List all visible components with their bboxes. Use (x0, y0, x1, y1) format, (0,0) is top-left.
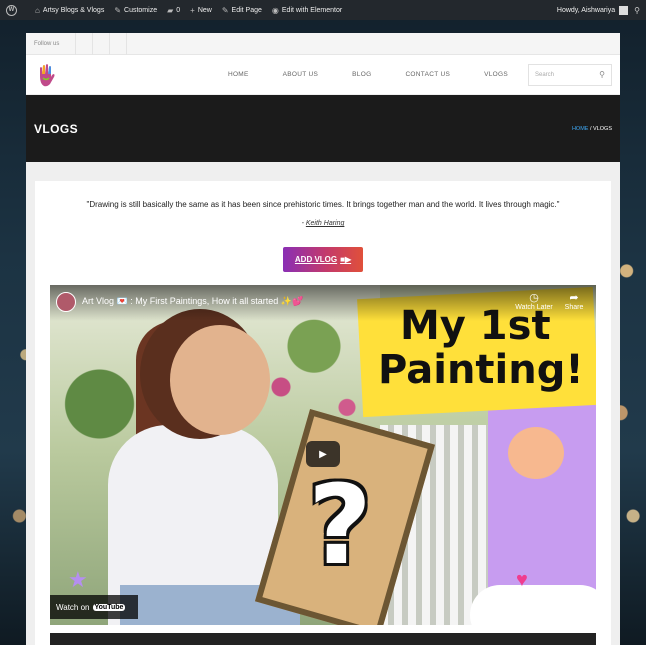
watch-on-youtube-button[interactable]: Watch on YouTube (50, 595, 138, 619)
author-link[interactable]: Keith Haring (306, 220, 345, 227)
search-input[interactable]: Search ⚲ (528, 63, 612, 86)
share-icon: ➦ (569, 292, 579, 304)
person-head (170, 325, 270, 435)
channel-avatar[interactable] (56, 292, 76, 312)
hand-logo-icon (40, 63, 55, 86)
divider (109, 32, 111, 55)
site-name-link[interactable]: ⌂ Artsy Blogs & Vlogs (35, 6, 104, 15)
nav-item-contact-us[interactable]: CONTACT US (405, 71, 450, 78)
thumbnail-title-line2: Painting! (378, 347, 584, 393)
search-placeholder: Search (535, 71, 555, 78)
pencil-icon: ✎ (221, 5, 229, 15)
customize-link[interactable]: ✎ Customize (114, 6, 157, 15)
watch-later-button[interactable]: ◷ Watch Later (514, 291, 554, 311)
question-mark-graphic: ? (308, 461, 372, 589)
nav-item-vlogs[interactable]: VLOGS (484, 71, 508, 78)
nav-item-blog[interactable]: BLOG (352, 71, 371, 78)
breadcrumb-separator: / (589, 125, 592, 132)
site-header: HOME ABOUT US BLOG CONTACT US VLOGS Sear… (26, 55, 620, 95)
vlog-card: "Drawing is still basically the same as … (35, 181, 611, 645)
youtube-video-embed[interactable]: My 1st Painting! ? ★ ♥ Art Vlog 💌 : My F… (50, 285, 596, 625)
search-icon[interactable]: ⚲ (599, 70, 605, 79)
edit-elementor-link[interactable]: ◉ Edit with Elementor (272, 6, 342, 15)
follow-bar: Follow us (26, 32, 620, 55)
plus-icon: + (190, 5, 195, 15)
divider (75, 32, 77, 55)
share-button[interactable]: ➦ Share (554, 291, 594, 311)
page-container: Follow us HOME ABOUT US BLOG CONTACT US … (26, 32, 620, 645)
clock-icon: ◷ (529, 292, 539, 304)
brush-icon: ✎ (114, 5, 122, 15)
divider (92, 32, 94, 55)
divider (126, 32, 128, 55)
follow-us-label: Follow us (34, 40, 60, 47)
star-icon: ★ (68, 567, 88, 592)
video-title-link[interactable]: Art Vlog 💌 : My First Paintings, How it … (82, 296, 303, 307)
new-content-link[interactable]: + New (190, 6, 212, 15)
elementor-icon: ◉ (271, 5, 279, 15)
add-vlog-label: ADD VLOG (294, 255, 338, 264)
quote-author: - Keith Haring (35, 220, 611, 227)
nav-item-home[interactable]: HOME (228, 71, 249, 78)
site-logo[interactable] (34, 62, 58, 88)
heart-icon: ♥ (516, 569, 528, 591)
comment-icon: ▰ (167, 5, 174, 15)
youtube-logo-icon: YouTube (92, 603, 126, 611)
quote-text: "Drawing is still basically the same as … (86, 200, 560, 209)
watch-on-label: Watch on (56, 602, 90, 612)
avatar[interactable] (619, 5, 629, 15)
cloud-graphic (470, 585, 596, 625)
main-nav: HOME ABOUT US BLOG CONTACT US VLOGS (194, 71, 508, 78)
dashboard-icon: ⌂ (35, 5, 40, 15)
palette-illustration (508, 427, 564, 479)
admin-bar: W ⌂ Artsy Blogs & Vlogs ✎ Customize ▰ 0 … (0, 0, 646, 20)
breadcrumb-home-link[interactable]: HOME (572, 126, 589, 132)
breadcrumb: HOME / VLOGS (572, 126, 612, 132)
howdy-user-link[interactable]: Howdy, Aishwariya (557, 7, 615, 14)
search-icon[interactable]: ⚲ (634, 6, 640, 15)
comments-link[interactable]: ▰ 0 (167, 6, 180, 15)
page-title-bar: VLOGS HOME / VLOGS (26, 95, 620, 162)
nav-item-about-us[interactable]: ABOUT US (283, 71, 319, 78)
breadcrumb-current: VLOGS (593, 125, 612, 132)
video-camera-icon: ■▶ (340, 255, 352, 264)
add-vlog-button[interactable]: ADD VLOG ■▶ (283, 247, 363, 272)
share-label: Share (564, 304, 584, 311)
play-button[interactable]: ▶ (306, 441, 340, 467)
play-icon: ▶ (319, 448, 327, 460)
watch-later-label: Watch Later (515, 304, 553, 311)
wordpress-logo-icon[interactable]: W (6, 4, 25, 16)
edit-page-link[interactable]: ✎ Edit Page (222, 6, 262, 15)
page-title: VLOGS (34, 121, 79, 136)
next-video-preview[interactable] (50, 633, 596, 645)
